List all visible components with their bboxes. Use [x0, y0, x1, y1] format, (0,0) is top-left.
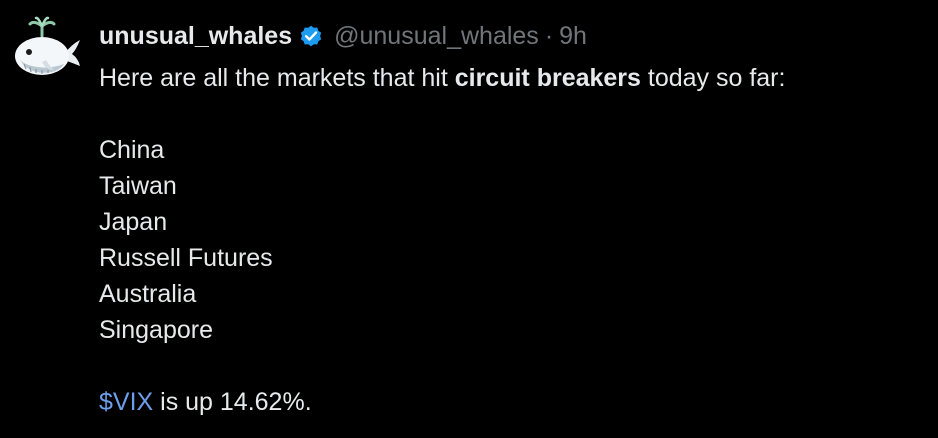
intro-end-text: today so far: — [640, 64, 786, 92]
intro-line: Here are all the markets that hit circui… — [99, 60, 785, 96]
intro-bold-text: circuit breakers — [454, 64, 641, 92]
whale-avatar-icon — [15, 16, 80, 75]
vix-line: $VIX is up 14.62%. — [99, 384, 785, 420]
tweet-text: Here are all the markets that hit circui… — [99, 60, 785, 420]
tweet[interactable]: unusual_whales @unusual_whales · 9h Here… — [0, 0, 938, 438]
display-name[interactable]: unusual_whales — [99, 22, 292, 51]
market-item: Japan — [99, 208, 168, 236]
separator-dot: · — [544, 21, 554, 50]
intro-text: Here are all the markets that hit — [99, 64, 455, 92]
cashtag-link[interactable]: $VIX — [99, 388, 153, 416]
avatar[interactable] — [12, 14, 82, 84]
market-item: China — [99, 136, 165, 164]
vix-text: is up 14.62%. — [153, 388, 312, 416]
handle[interactable]: @unusual_whales — [334, 22, 539, 51]
market-item: Singapore — [99, 316, 213, 344]
verified-badge-icon — [298, 23, 324, 49]
tweet-header: unusual_whales @unusual_whales · 9h — [99, 19, 587, 53]
market-item: Taiwan — [99, 172, 177, 200]
market-item: Russell Futures — [99, 244, 273, 272]
timestamp[interactable]: 9h — [559, 22, 587, 51]
market-item: Australia — [99, 280, 197, 308]
